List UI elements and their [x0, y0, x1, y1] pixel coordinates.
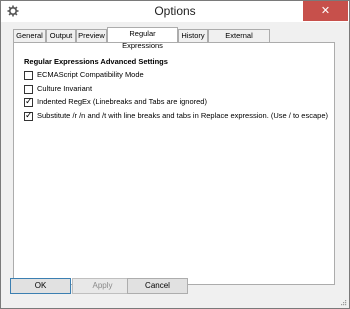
tab-preview[interactable]: Preview — [76, 29, 107, 42]
checkbox-box: ✓ — [24, 110, 33, 121]
tab-label: Output — [49, 31, 73, 40]
client-area: General Output Preview Regular Expressio… — [1, 22, 349, 308]
tab-regular-expressions[interactable]: Regular Expressions — [107, 27, 178, 50]
close-button[interactable]: ✕ — [303, 1, 348, 21]
option-label: ECMAScript Compatibility Mode — [37, 70, 144, 79]
window-title: Options — [154, 4, 196, 18]
tab-label: Regular Expressions — [122, 29, 163, 50]
checkbox-box — [24, 71, 33, 80]
tab-external-programs[interactable]: External Programs — [208, 29, 270, 52]
tab-history[interactable]: History — [178, 29, 208, 42]
settings-panel: Regular Expressions Advanced Settings EC… — [13, 42, 335, 285]
cancel-button[interactable]: Cancel — [127, 278, 188, 294]
section-heading: Regular Expressions Advanced Settings — [24, 57, 168, 66]
checkmark-icon: ✓ — [25, 110, 33, 120]
resize-grip-icon[interactable] — [339, 298, 347, 306]
checkbox-box — [24, 85, 33, 94]
options-window: Options ✕ General Output Preview Regular… — [0, 0, 350, 309]
option-label: Culture Invariant — [37, 84, 93, 93]
tab-general[interactable]: General — [13, 29, 46, 42]
tab-label: Preview — [78, 31, 105, 40]
option-label: Indented RegEx (Linebreaks and Tabs are … — [37, 97, 207, 106]
checkbox-box: ✓ — [24, 96, 33, 107]
option-label: Substitute /r /n and /t with line breaks… — [37, 111, 328, 120]
tab-label: General — [16, 31, 43, 40]
tab-label: History — [181, 31, 205, 40]
apply-button[interactable]: Apply — [72, 278, 133, 294]
tab-output[interactable]: Output — [46, 29, 76, 42]
title-bar: Options ✕ — [1, 1, 349, 22]
ok-button[interactable]: OK — [10, 278, 71, 294]
close-icon: ✕ — [320, 5, 331, 17]
checkmark-icon: ✓ — [25, 96, 33, 106]
